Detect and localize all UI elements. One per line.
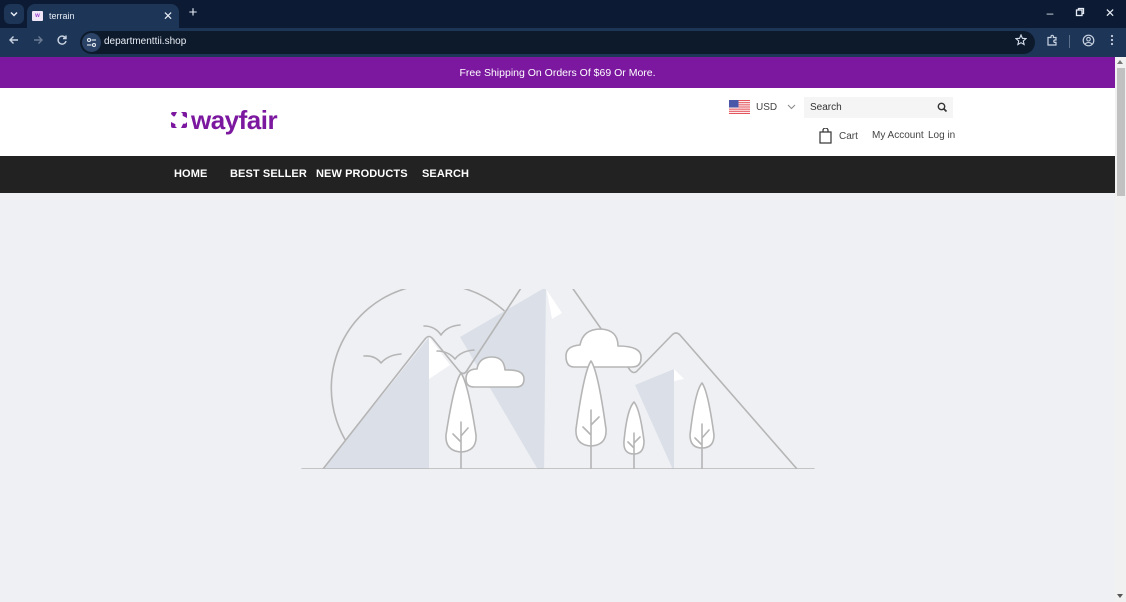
url-text[interactable]: departmenttii.shop <box>104 36 186 47</box>
chevron-down-icon <box>787 102 796 112</box>
chevron-down-icon <box>10 11 18 17</box>
currency-selector[interactable]: USD <box>729 100 796 114</box>
extensions-button[interactable] <box>1044 34 1060 51</box>
restore-icon <box>1075 7 1085 17</box>
promo-text: Free Shipping On Orders Of $69 Or More. <box>459 66 656 79</box>
reload-button[interactable] <box>54 34 70 50</box>
forward-button[interactable] <box>30 34 46 50</box>
star-icon <box>1014 33 1028 46</box>
page-viewport: Free Shipping On Orders Of $69 Or More. … <box>0 57 1115 602</box>
search-button[interactable] <box>936 101 949 114</box>
reload-icon <box>57 35 67 45</box>
logo-text: wayfair <box>191 105 278 135</box>
tab-search-button[interactable] <box>4 4 24 24</box>
site-header: wayfair USD Cart <box>0 88 1115 156</box>
site-info-button[interactable] <box>82 33 101 52</box>
tune-icon <box>86 37 97 48</box>
close-tab-button[interactable]: ✕ <box>161 9 175 23</box>
cart-link[interactable]: Cart <box>819 128 858 144</box>
nav-item-home[interactable]: HOME <box>174 168 207 180</box>
kebab-menu-icon <box>1110 34 1114 46</box>
back-button[interactable] <box>6 34 22 50</box>
search-box <box>804 97 953 118</box>
cart-label: Cart <box>839 130 858 142</box>
nav-item-search[interactable]: SEARCH <box>422 168 469 180</box>
close-window-button[interactable]: ✕ <box>1102 6 1118 20</box>
scroll-up-arrow-icon[interactable] <box>1117 60 1123 64</box>
scrollbar-thumb[interactable] <box>1117 68 1125 196</box>
shopping-bag-icon <box>819 128 832 144</box>
address-bar[interactable]: departmenttii.shop <box>80 31 1035 54</box>
profile-button[interactable] <box>1080 34 1096 51</box>
search-icon <box>937 102 948 113</box>
placeholder-landscape-illustration <box>301 289 815 469</box>
new-tab-button[interactable]: + <box>185 5 201 21</box>
browser-toolbar: departmenttii.shop <box>0 28 1126 57</box>
scroll-down-arrow-icon[interactable] <box>1117 594 1123 598</box>
minimize-button[interactable]: – <box>1042 6 1058 20</box>
bird-icon <box>423 324 461 336</box>
promo-bar: Free Shipping On Orders Of $69 Or More. <box>0 57 1115 88</box>
browser-menu-button[interactable] <box>1104 34 1120 50</box>
hero-section <box>0 193 1115 602</box>
us-flag-icon <box>729 100 750 114</box>
wayfair-favicon-icon: w <box>32 11 43 21</box>
restore-button[interactable] <box>1072 6 1088 20</box>
page-scrollbar[interactable] <box>1115 57 1126 602</box>
puzzle-icon <box>1046 34 1057 46</box>
my-account-link[interactable]: My Account <box>872 130 924 141</box>
account-circle-icon <box>1082 34 1094 47</box>
toolbar-divider <box>1069 35 1070 48</box>
nav-item-new-products[interactable]: NEW PRODUCTS <box>316 168 408 180</box>
currency-label: USD <box>756 101 778 113</box>
site-logo[interactable]: wayfair <box>169 105 278 135</box>
bird-icon <box>363 353 402 364</box>
cloud-shape <box>565 328 642 368</box>
bookmark-button[interactable] <box>1014 33 1028 50</box>
arrow-right-icon <box>34 36 43 44</box>
login-link[interactable]: Log in <box>928 130 955 141</box>
browser-tabstrip: w terrain ✕ + – ✕ <box>0 0 1126 28</box>
search-input[interactable] <box>804 97 929 118</box>
tab-title: terrain <box>49 11 75 21</box>
nav-item-best-seller[interactable]: BEST SELLER <box>230 168 307 180</box>
wayfair-logo-icon <box>171 112 187 128</box>
main-navigation: HOME BEST SELLER NEW PRODUCTS SEARCH <box>0 156 1115 193</box>
browser-tab[interactable]: w terrain ✕ <box>27 4 179 28</box>
arrow-left-icon <box>9 36 18 44</box>
